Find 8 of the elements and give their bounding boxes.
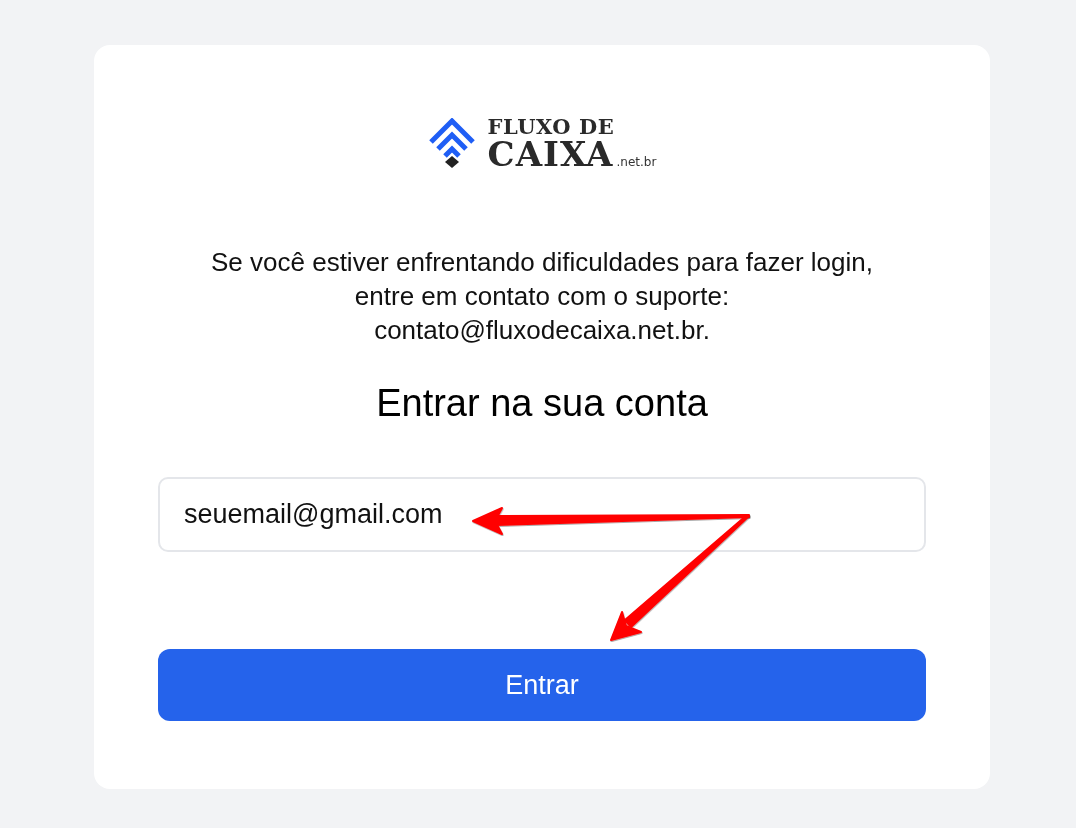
email-field[interactable]: seuemail@gmail.com — [158, 477, 926, 552]
login-button[interactable]: Entrar — [158, 649, 926, 721]
login-heading: Entrar na sua conta — [375, 381, 709, 425]
logo-text: CAIXA — [487, 138, 614, 170]
logo-icon — [427, 118, 476, 168]
support-notice: Se você estiver enfrentando dificuldades para fazer login, entre em contato com o suporte: contato@fluxodecaixa.net.br. — [210, 246, 874, 347]
logo-domain: .net.br — [616, 156, 657, 168]
logo-text: FLUXO DE — [487, 116, 616, 138]
